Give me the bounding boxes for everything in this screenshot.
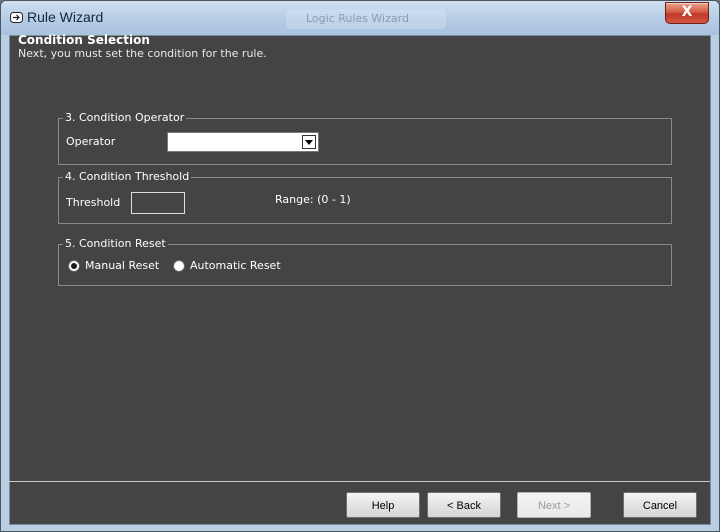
threshold-label: Threshold [66, 196, 121, 209]
threshold-input[interactable] [131, 192, 185, 214]
operator-label: Operator [66, 135, 116, 148]
back-button[interactable]: < Back [427, 492, 501, 518]
close-icon: X [681, 4, 693, 20]
condition-reset-legend: 5. Condition Reset [63, 237, 168, 251]
automatic-reset-label[interactable]: Automatic Reset [190, 259, 281, 272]
window-title: Rule Wizard [27, 9, 104, 25]
title-bar[interactable]: Logic Rules Wizard Rule Wizard X [1, 1, 719, 35]
wizard-icon [10, 12, 23, 23]
background-window-title: Logic Rules Wizard [286, 9, 446, 29]
operator-dropdown[interactable] [167, 132, 319, 152]
page-subtitle: Next, you must set the condition for the… [18, 47, 267, 60]
manual-reset-label[interactable]: Manual Reset [85, 259, 159, 272]
condition-operator-legend: 3. Condition Operator [63, 111, 187, 125]
condition-threshold-legend: 4. Condition Threshold [63, 170, 192, 184]
page-title: Condition Selection [18, 33, 150, 47]
next-button[interactable]: Next > [517, 492, 591, 518]
footer-divider [9, 481, 710, 482]
manual-reset-radio[interactable] [68, 260, 80, 272]
threshold-range: Range: (0 - 1) [275, 193, 351, 206]
close-button[interactable]: X [665, 2, 709, 24]
chevron-down-icon[interactable] [302, 135, 316, 149]
condition-operator-group: 3. Condition Operator [58, 111, 672, 165]
automatic-reset-radio[interactable] [173, 260, 185, 272]
help-button[interactable]: Help [346, 492, 420, 518]
rule-wizard-window: Logic Rules Wizard Rule Wizard X Conditi… [0, 0, 720, 532]
cancel-button[interactable]: Cancel [623, 492, 697, 518]
